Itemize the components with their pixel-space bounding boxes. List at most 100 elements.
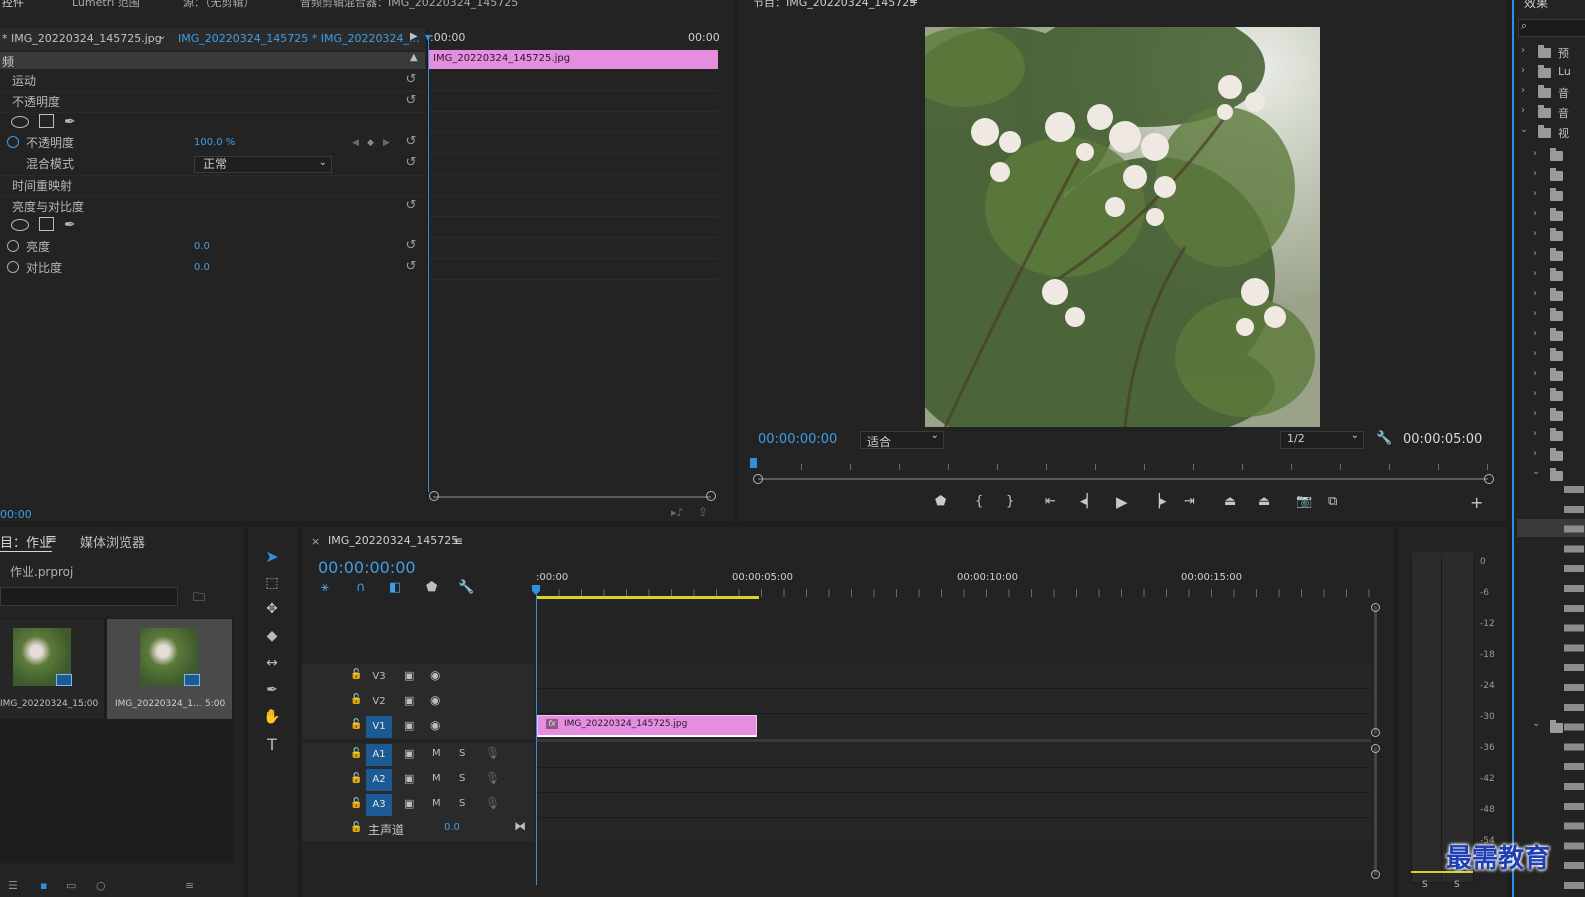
panel-menu-icon[interactable]: ≡ [46, 532, 57, 547]
scroll-handle-bottom[interactable] [1371, 728, 1380, 737]
play-forward-icon[interactable]: ▶ [410, 31, 418, 42]
reset-icon[interactable]: ↺ [404, 197, 418, 215]
project-search-input[interactable] [0, 587, 178, 606]
chevron-down-icon[interactable]: ⌄ [1532, 466, 1540, 477]
panel-menu-icon[interactable]: ≡ [453, 534, 463, 548]
folder-icon[interactable] [1550, 388, 1563, 401]
folder-icon[interactable] [1550, 248, 1563, 261]
pen-mask-icon[interactable]: ✒ [64, 215, 76, 235]
sync-lock-icon[interactable]: ▣ [404, 772, 414, 785]
program-zoom-handle-left[interactable] [753, 474, 763, 484]
track-target-a2[interactable]: A2 [366, 769, 392, 791]
step-forward-icon[interactable]: ▕▸ [1150, 494, 1167, 509]
microphone-icon[interactable]: 🎙 [485, 746, 500, 760]
track-target-v1[interactable]: V1 [366, 716, 392, 738]
razor-tool-icon[interactable]: ◆ [261, 625, 283, 647]
sequence-clip-label[interactable]: IMG_20220324_145725 * IMG_20220324_... [178, 32, 419, 45]
rectangle-mask-icon[interactable] [39, 217, 54, 231]
timeline-clip[interactable]: fx IMG_20220324_145725.jpg [537, 715, 757, 737]
add-marker-icon[interactable]: ⬟ [426, 580, 437, 595]
hand-tool-icon[interactable]: ✋ [261, 706, 283, 728]
linked-selection-icon[interactable]: ◧ [389, 580, 401, 595]
ec-clip-bar[interactable]: IMG_20220324_145725.jpg [429, 50, 718, 69]
freeform-view-icon[interactable]: ▭ [66, 879, 76, 892]
reset-icon[interactable]: ↺ [404, 133, 418, 151]
add-keyframe-icon[interactable]: ◆ [367, 133, 374, 153]
chevron-right-icon[interactable]: › [1533, 188, 1537, 199]
chevron-right-icon[interactable]: › [1533, 148, 1537, 159]
reset-icon[interactable]: ↺ [404, 237, 418, 255]
opacity-group-row[interactable]: 不透明度 ↺ [0, 92, 425, 113]
tab-source[interactable]: 源：（无剪辑） [183, 0, 255, 10]
project-item-selected[interactable]: IMG_20220324_1... 5:00 [107, 619, 232, 719]
chevron-down-icon[interactable]: ⌄ [1532, 718, 1540, 729]
lock-icon[interactable]: 🔓 [350, 694, 362, 705]
chevron-right-icon[interactable]: › [1533, 428, 1537, 439]
slip-tool-icon[interactable]: ↔ [261, 652, 283, 674]
effects-panel-title[interactable]: 效果 [1524, 0, 1548, 11]
folder-icon[interactable] [1550, 428, 1563, 441]
stopwatch-icon[interactable] [7, 240, 19, 252]
next-keyframe-icon[interactable]: ▶ [383, 133, 390, 153]
track-target-a3[interactable]: A3 [366, 794, 392, 816]
time-remap-row[interactable]: 时间重映射 [0, 175, 425, 196]
lift-icon[interactable]: ⏏ [1224, 494, 1236, 509]
effects-folder-row[interactable]: › 预 [1514, 44, 1585, 60]
add-marker-icon[interactable]: ⬟ [935, 494, 946, 509]
compare-view-icon[interactable]: ⧉ [1328, 494, 1337, 509]
contrast-value[interactable]: 0.0 [194, 258, 210, 278]
chevron-right-icon[interactable]: › [1533, 388, 1537, 399]
ec-zoom-scrollbar[interactable] [433, 496, 711, 498]
folder-icon[interactable] [1550, 368, 1563, 381]
effects-search-input[interactable]: ⌕ [1518, 19, 1585, 37]
folder-icon[interactable] [1550, 208, 1563, 221]
opacity-value[interactable]: 100.0 % [194, 133, 235, 153]
chevron-right-icon[interactable]: › [1533, 328, 1537, 339]
folder-icon[interactable] [1550, 448, 1563, 461]
brightness-contrast-row[interactable]: 亮度与对比度 ↺ [0, 196, 425, 217]
program-mini-ruler[interactable] [753, 458, 1493, 470]
mark-in-icon[interactable]: { [975, 494, 983, 509]
effects-folder-row[interactable]: › Lu [1514, 64, 1585, 80]
extract-icon[interactable]: ⏏ [1258, 494, 1270, 509]
export-frame-camera-icon[interactable]: 📷 [1296, 494, 1312, 509]
collapse-up-icon[interactable]: ▲ [410, 52, 418, 63]
mute-button[interactable]: M [432, 773, 441, 784]
track-divider[interactable] [537, 739, 1371, 742]
type-tool-icon[interactable]: T [261, 733, 283, 755]
ec-playhead[interactable] [428, 38, 429, 492]
eye-icon[interactable]: ◉ [430, 718, 440, 732]
go-to-out-icon[interactable]: ⇥ [1184, 494, 1195, 509]
lock-icon[interactable]: 🔓 [350, 798, 362, 809]
sort-icon[interactable]: ≡ [185, 879, 194, 892]
folder-icon[interactable] [1550, 308, 1563, 321]
list-view-icon[interactable]: ☰ [8, 879, 18, 892]
lock-icon[interactable]: 🔓 [350, 773, 362, 784]
audio-only-icon[interactable]: ▸♪ [671, 506, 684, 519]
mark-out-icon[interactable]: } [1006, 494, 1014, 509]
sync-lock-icon[interactable]: ▣ [404, 694, 414, 707]
video-tracks-scrollbar[interactable] [1374, 606, 1377, 734]
pen-mask-icon[interactable]: ✒ [64, 112, 76, 132]
brightness-value[interactable]: 0.0 [194, 237, 210, 257]
solo-button[interactable]: S [459, 748, 465, 759]
effects-folder-row[interactable]: ⌄ 视 [1514, 124, 1585, 140]
stopwatch-icon[interactable] [7, 136, 19, 148]
microphone-icon[interactable]: 🎙 [485, 771, 500, 785]
step-back-icon[interactable]: ◂▏ [1080, 494, 1097, 509]
lock-icon[interactable]: 🔓 [350, 719, 362, 730]
sync-lock-icon[interactable]: ▣ [404, 797, 414, 810]
program-current-time[interactable]: 00:00:00:00 [758, 432, 837, 447]
blend-mode-dropdown[interactable]: 正常 ⌄ [194, 156, 332, 173]
chevron-right-icon[interactable]: › [1533, 168, 1537, 179]
icon-view-icon[interactable]: ▪ [40, 879, 47, 892]
chevron-right-icon[interactable]: › [1533, 268, 1537, 279]
project-item[interactable]: IMG_20220324_1... 5:00 [0, 619, 104, 719]
master-volume-value[interactable]: 0.0 [444, 822, 460, 833]
ec-zoom-handle-right[interactable] [706, 491, 716, 501]
fit-dropdown[interactable]: 适合 ⌄ [860, 430, 944, 449]
folder-icon[interactable] [1550, 188, 1563, 201]
audio-tracks-scrollbar[interactable] [1374, 747, 1377, 875]
ellipse-mask-icon[interactable] [11, 116, 29, 128]
chevron-right-icon[interactable]: › [1533, 308, 1537, 319]
